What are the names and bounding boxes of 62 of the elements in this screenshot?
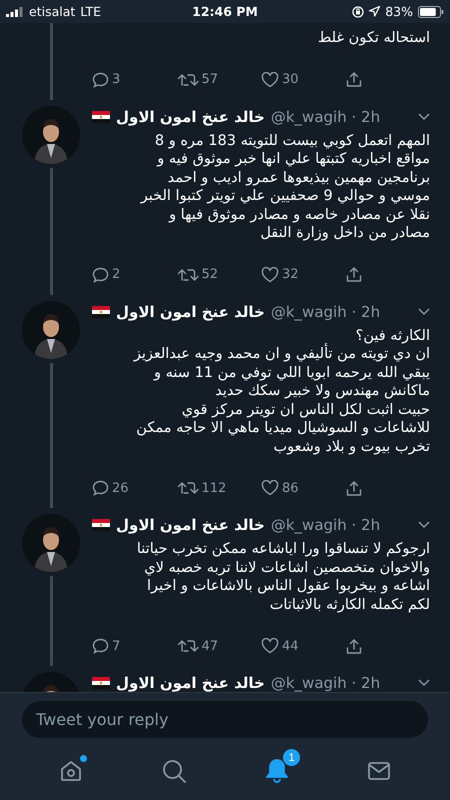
- retweet-icon[interactable]: [176, 266, 198, 282]
- tweet-meta: @k_wagih · 2h: [270, 674, 380, 692]
- rotation-lock-icon: [352, 6, 364, 18]
- reply-count: 2: [112, 267, 120, 282]
- user-name[interactable]: خالد عنخ امون الاول: [116, 516, 265, 534]
- chevron-icon[interactable]: [418, 308, 430, 316]
- signal-icon: [6, 6, 24, 16]
- reply-icon[interactable]: [92, 480, 109, 496]
- reply-icon[interactable]: [92, 72, 109, 88]
- notification-count: 1: [282, 748, 301, 767]
- tweet-text: استحاله تكون غلط: [316, 29, 430, 48]
- retweet-icon[interactable]: [176, 480, 198, 496]
- heart-icon[interactable]: [261, 266, 279, 282]
- retweet-icon[interactable]: [176, 638, 198, 654]
- search-icon: [161, 758, 187, 784]
- retweet-count: 57: [202, 72, 218, 87]
- network-type: LTE: [80, 4, 102, 19]
- flag-icon: [92, 677, 110, 689]
- share-icon[interactable]: [346, 266, 362, 283]
- chevron-icon[interactable]: [418, 521, 430, 529]
- clock: 12:46 PM: [192, 4, 258, 19]
- carrier-name: etisalat: [29, 4, 76, 19]
- like-count: 86: [282, 480, 299, 496]
- home-icon: [59, 759, 83, 783]
- share-icon[interactable]: [346, 638, 362, 654]
- reply-count: 3: [112, 72, 120, 87]
- retweet-count: 112: [202, 480, 226, 496]
- heart-icon[interactable]: [261, 72, 279, 88]
- flag-icon: [92, 519, 110, 531]
- flag-icon: [92, 306, 110, 318]
- tweet-meta: @k_wagih · 2h: [270, 302, 380, 320]
- reply-count: 26: [112, 480, 129, 496]
- battery-icon: [418, 6, 444, 18]
- reply-icon[interactable]: [92, 638, 109, 654]
- like-count: 44: [282, 638, 299, 654]
- user-name[interactable]: خالد عنخ امون الاول: [116, 302, 265, 320]
- tweet-meta: @k_wagih · 2h: [270, 108, 380, 126]
- tweet-text: الكارثه فين؟ ان دي تويته من تأليفي و ان محمد وجيه عبدالعزيز يبقي الله يرحمه ابويا اللي توفي من 11 سنه و ماكانش مهندس ولا خبير سكك حديد حبيت اثبت لكل الناس ان تويتر مركز قوي للاشاعات و السوشيال ميديا ماهي الا حاجه ممكن تخرب بيوت و بلاد وشعوب: [132, 326, 430, 456]
- flag-icon: [92, 110, 110, 122]
- retweet-count: 47: [202, 638, 218, 654]
- heart-icon[interactable]: [261, 480, 279, 496]
- share-icon[interactable]: [346, 480, 362, 496]
- location-icon: [369, 6, 380, 17]
- like-count: 30: [282, 72, 299, 87]
- tweet-text: المهم اتعمل كوبي بيست للتويته 183 مره و 8 مواقع اخباريه كتبتها علي انها خبر موثوق فيه و برنامجين مهمين بيذيعوها عمرو اديب و احمد موسي و حوالي 9 صحفيين علي تويتر كتبوا الخبر نقلا عن مصادر خاصه و مصادر موثوق فيها و مصادر من داخل وزارة النقل: [139, 132, 430, 242]
- battery-percent: 83%: [385, 4, 413, 19]
- bell-icon: [265, 758, 289, 784]
- tweet-text: ارجوكم لا تنساقوا ورا اياشاعه ممكن تخرب حياتنا والاخوان متخصصين اشاعات لاننا تربه خصبه لاي اشاعه و بيخربوا عقول الناس بالاشاعات و اخيرا لكم تكمله الكارثه بالاثباتات: [136, 540, 430, 614]
- retweet-icon[interactable]: [176, 72, 198, 88]
- mail-icon: [367, 760, 391, 782]
- chevron-icon[interactable]: [418, 112, 430, 120]
- user-name[interactable]: خالد عنخ امون الاول: [116, 108, 265, 126]
- like-count: 32: [282, 267, 299, 282]
- retweet-count: 52: [202, 267, 218, 282]
- heart-icon[interactable]: [261, 638, 279, 654]
- share-icon[interactable]: [346, 71, 362, 88]
- reply-field[interactable]: Tweet your reply: [22, 701, 428, 738]
- chevron-icon[interactable]: [418, 679, 430, 687]
- tweet-meta: @k_wagih · 2h: [270, 516, 380, 534]
- reply-icon[interactable]: [92, 266, 109, 282]
- reply-count: 7: [112, 638, 120, 654]
- user-name[interactable]: خالد عنخ امون الاول: [116, 674, 265, 692]
